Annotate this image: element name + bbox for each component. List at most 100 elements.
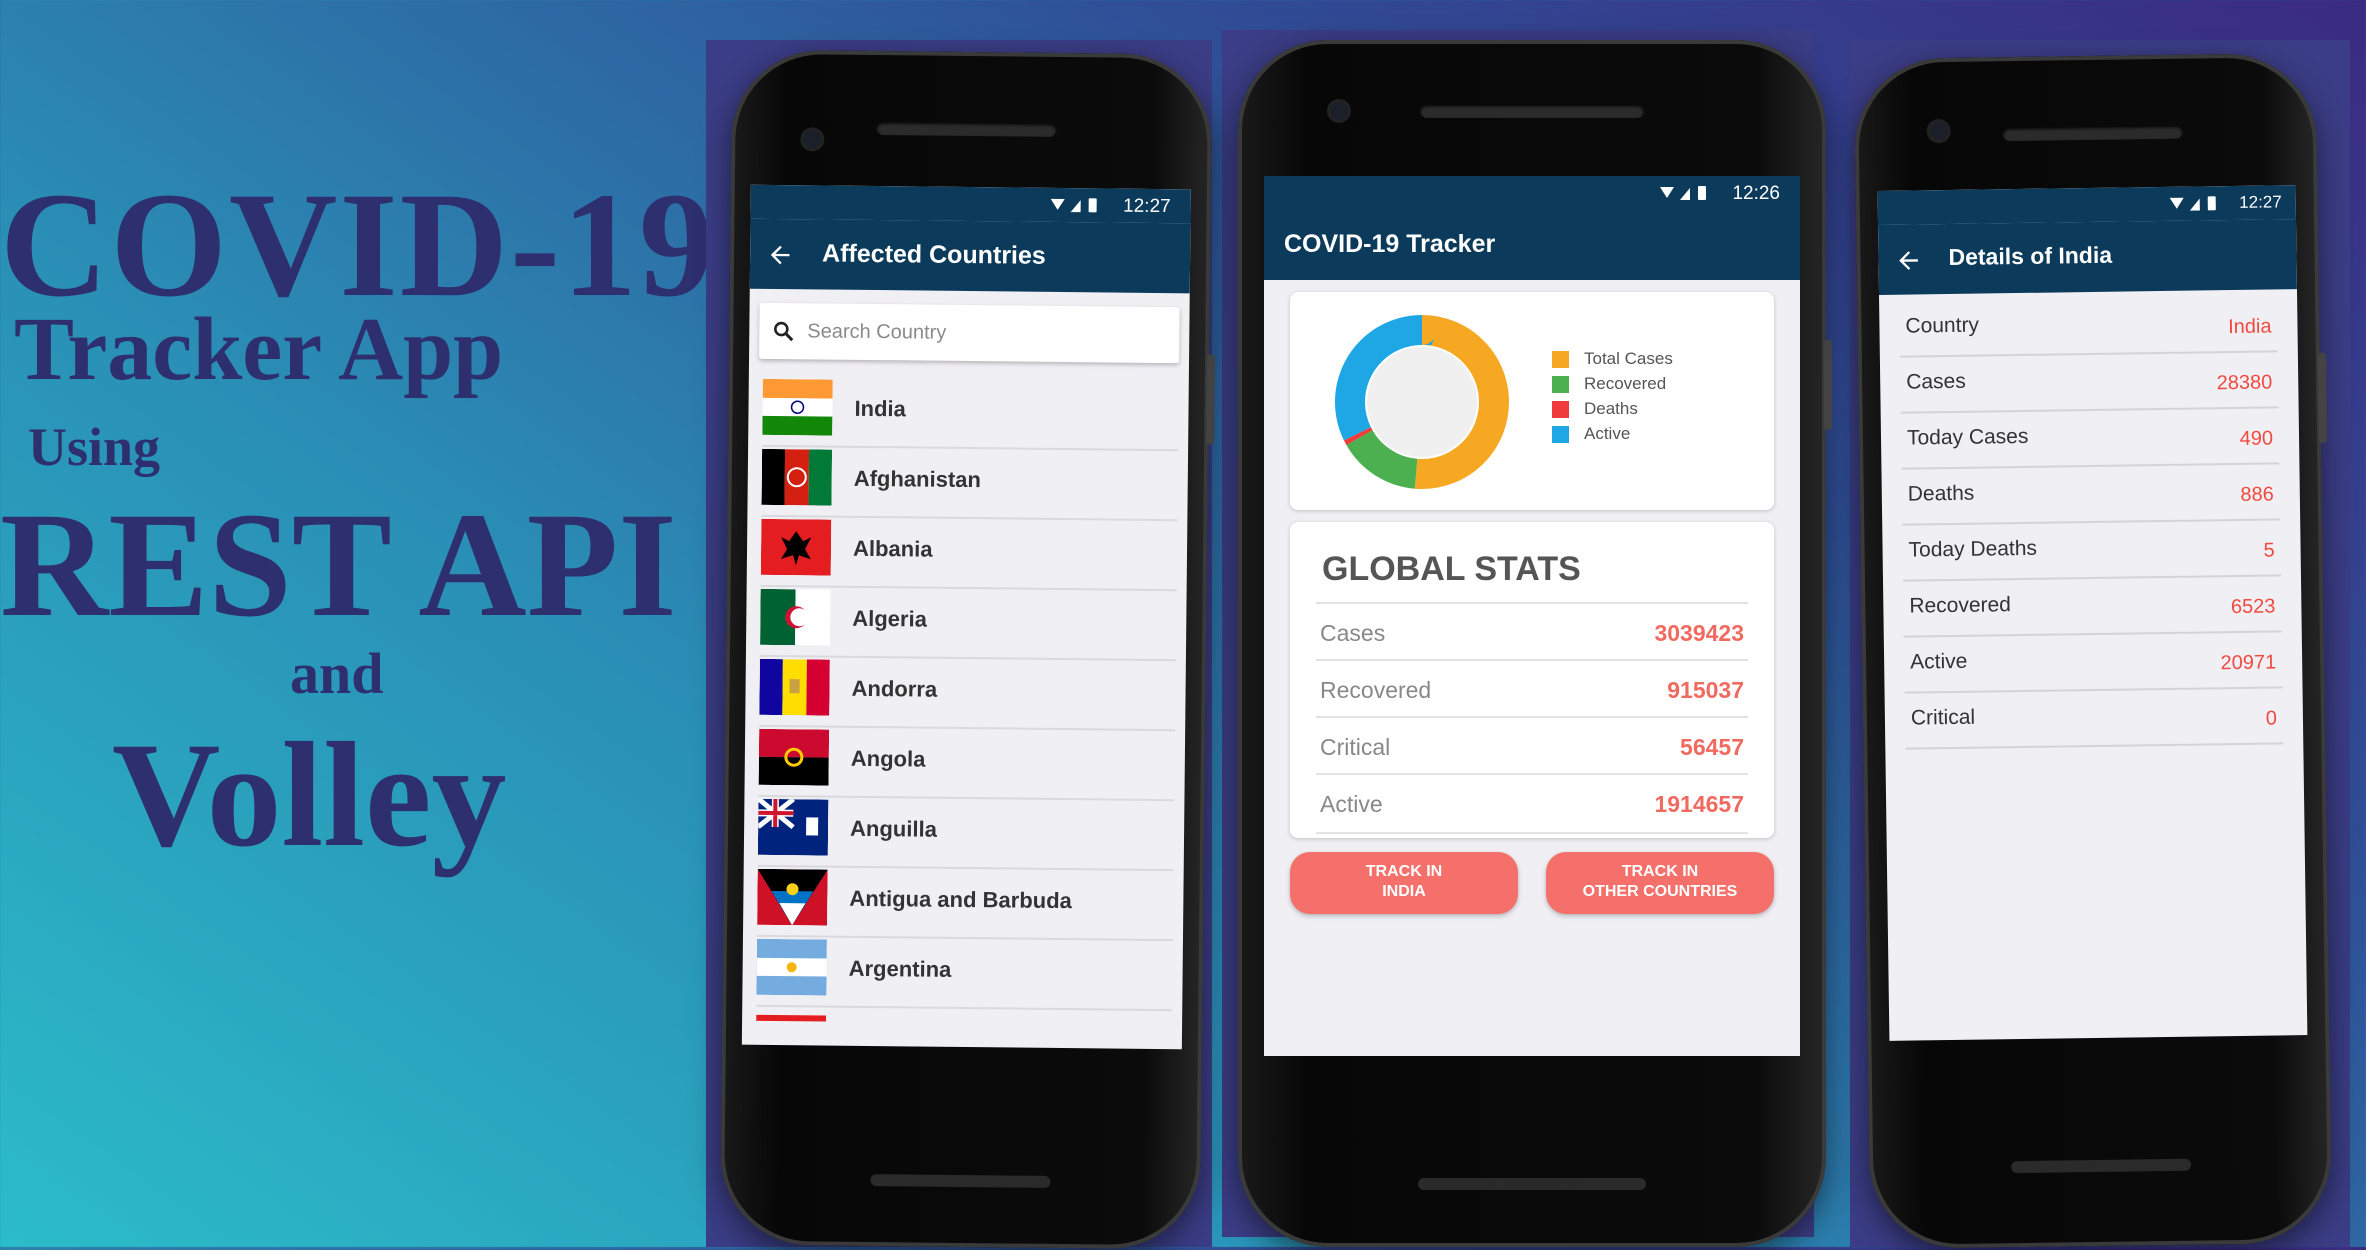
angola-flag — [758, 728, 830, 786]
detail-value: 28380 — [2216, 371, 2273, 395]
status-icons — [1050, 198, 1097, 213]
search-field[interactable]: Search Country — [759, 302, 1180, 364]
detail-value: 6523 — [2230, 595, 2276, 619]
legend-item: Active — [1552, 423, 1673, 448]
legend-swatch — [1552, 401, 1569, 418]
list-item[interactable]: Argentina — [756, 934, 1173, 1012]
page-title: COVID-19 Tracker — [1284, 230, 1496, 258]
list-item-partial — [756, 1005, 1173, 1049]
country-name: Angola — [850, 745, 926, 772]
front-camera — [1330, 102, 1348, 120]
stat-value: 3039423 — [1654, 620, 1744, 646]
country-name: Afghanistan — [853, 465, 982, 493]
search-icon — [774, 321, 794, 342]
detail-value: 5 — [2263, 539, 2275, 562]
stat-label: Recovered — [1320, 677, 1432, 703]
stat-label: Cases — [1320, 620, 1386, 646]
argentina-flag — [756, 938, 827, 996]
banner-volley: Volley — [112, 712, 507, 878]
andorra-flag — [759, 658, 830, 716]
status-icons — [1660, 186, 1706, 200]
detail-label: Recovered — [1909, 593, 2012, 618]
track-india-label: TRACK IN INDIA — [1365, 863, 1443, 900]
app-bar: COVID-19 Tracker — [1264, 210, 1800, 280]
stat-row: Cases 3039423 — [1316, 602, 1748, 661]
status-time: 12:27 — [2239, 192, 2282, 212]
detail-label: Critical — [1910, 705, 1976, 730]
stat-value: 915037 — [1667, 677, 1744, 703]
albania-flag — [760, 518, 832, 576]
earpiece-speaker — [2002, 124, 2183, 142]
donut-hole — [1367, 347, 1477, 457]
stat-row: Active 1914657 — [1316, 773, 1748, 834]
front-camera — [803, 130, 822, 149]
list-item[interactable]: Antigua and Barbuda — [756, 864, 1174, 942]
legend-label: Deaths — [1584, 399, 1638, 418]
status-bar: 12:27 — [750, 184, 1191, 224]
detail-value: 490 — [2239, 427, 2274, 450]
legend-swatch — [1552, 376, 1569, 393]
status-icons — [2169, 196, 2216, 211]
india-flag — [762, 378, 833, 436]
back-arrow-icon[interactable] — [766, 241, 794, 269]
afghanistan-flag — [761, 448, 833, 506]
side-button — [1206, 354, 1216, 445]
antigua-flag — [757, 868, 828, 926]
list-item[interactable]: Angola — [758, 724, 1176, 802]
country-name: Anguilla — [849, 815, 938, 842]
countries-screen: 12:27 Affected Countries Search Country … — [741, 184, 1191, 1050]
list-item[interactable]: Andorra — [759, 654, 1176, 732]
earpiece-speaker — [876, 121, 1057, 137]
global-stats-card: GLOBAL STATS Cases 3039423 Recovered 91503… — [1290, 522, 1774, 838]
legend-swatch — [1552, 426, 1569, 443]
stat-value: 1914657 — [1654, 791, 1744, 817]
phone-main: 12:26 COVID-19 Tracker Total Cases Recov… — [1238, 40, 1832, 1247]
bottom-speaker — [1418, 1178, 1646, 1190]
track-other-countries-button[interactable]: TRACK IN OTHER COUNTRIES — [1546, 852, 1774, 914]
back-arrow-icon[interactable] — [1894, 246, 1922, 274]
legend-label: Total Cases — [1584, 349, 1673, 368]
partial-flag — [756, 1009, 827, 1030]
legend-label: Recovered — [1584, 374, 1667, 393]
detail-label: Cases — [1906, 369, 1966, 394]
stat-label: Active — [1320, 791, 1383, 817]
detail-label: Active — [1909, 649, 1968, 674]
status-time: 12:26 — [1732, 183, 1780, 204]
detail-label: Today Deaths — [1908, 536, 2038, 562]
chart-card: Total Cases Recovered Deaths Active — [1290, 292, 1774, 510]
list-item[interactable]: Anguilla — [757, 794, 1175, 872]
country-name: Argentina — [848, 955, 952, 982]
detail-row: Active 20971 — [1903, 631, 2283, 694]
stat-row: Critical 56457 — [1316, 716, 1748, 775]
detail-label: Today Cases — [1906, 424, 2029, 450]
legend-item: Total Cases — [1552, 348, 1673, 373]
detail-row: Cases 28380 — [1899, 351, 2279, 414]
banner-using: Using — [28, 417, 161, 477]
app-bar: Details of India — [1878, 219, 2297, 295]
track-india-button[interactable]: TRACK IN INDIA — [1290, 852, 1518, 914]
detail-value: 0 — [2265, 707, 2278, 730]
banner-and: and — [290, 641, 384, 706]
legend-item: Deaths — [1552, 398, 1673, 423]
list-item[interactable]: India — [762, 374, 1179, 452]
status-bar: 12:26 — [1264, 176, 1800, 210]
stat-value: 56457 — [1680, 734, 1744, 760]
earpiece-speaker — [1420, 104, 1644, 118]
detail-row: Today Deaths 5 — [1902, 519, 2281, 582]
list-item[interactable]: Afghanistan — [761, 444, 1179, 522]
banner-subtitle: Tracker App — [14, 300, 504, 399]
country-name: Antigua and Barbuda — [849, 885, 1072, 914]
list-item[interactable]: Algeria — [759, 584, 1177, 662]
algeria-flag — [760, 588, 831, 646]
detail-label: Country — [1905, 313, 1980, 338]
phone-details: 12:27 Details of India Country India Case… — [1853, 52, 2333, 1250]
search-input[interactable]: Search Country — [807, 320, 946, 344]
detail-value: 886 — [2240, 483, 2274, 506]
app-bar: Affected Countries — [749, 218, 1191, 294]
detail-row: Today Cases 490 — [1900, 407, 2280, 470]
donut-chart — [1335, 315, 1509, 489]
detail-row: Recovered 6523 — [1902, 575, 2282, 638]
track-other-label: TRACK IN OTHER COUNTRIES — [1582, 863, 1738, 900]
list-item[interactable]: Albania — [760, 514, 1178, 592]
details-screen: 12:27 Details of India Country India Case… — [1877, 185, 2308, 1041]
